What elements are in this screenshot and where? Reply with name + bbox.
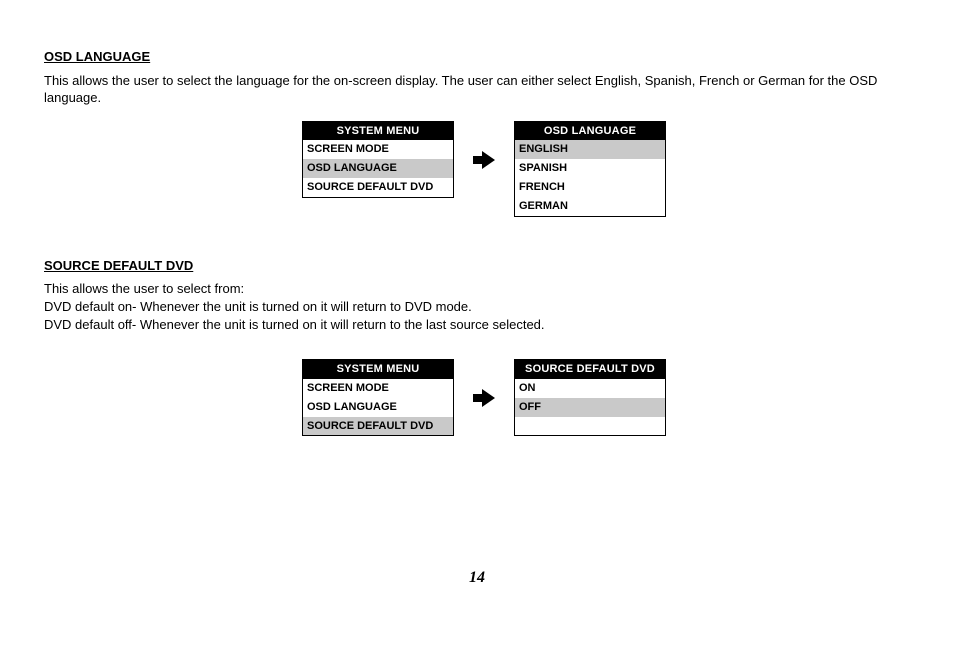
menu-title: SYSTEM MENU (303, 122, 453, 141)
menu-item: OSD LANGUAGE (303, 398, 453, 417)
menu-title: OSD LANGUAGE (515, 122, 665, 141)
paragraph-source-line3: DVD default off- Whenever the unit is tu… (44, 316, 910, 334)
arrow-right-icon (473, 389, 495, 412)
menu-item: SOURCE DEFAULT DVD (303, 178, 453, 197)
menu-system-2: SYSTEM MENU SCREEN MODE OSD LANGUAGE SOU… (302, 359, 454, 436)
menu-item-selected: OSD LANGUAGE (303, 159, 453, 178)
paragraph-osd-language: This allows the user to select the langu… (44, 72, 910, 107)
menu-title: SOURCE DEFAULT DVD (515, 360, 665, 379)
menu-item-selected: SOURCE DEFAULT DVD (303, 417, 453, 436)
paragraph-source-line1: This allows the user to select from: (44, 280, 910, 298)
menu-item-selected: OFF (515, 398, 665, 417)
menu-title: SYSTEM MENU (303, 360, 453, 379)
menu-osd-language: OSD LANGUAGE ENGLISH SPANISH FRENCH GERM… (514, 121, 666, 217)
menu-item: ON (515, 379, 665, 398)
page-number: 14 (0, 567, 954, 589)
menu-item-selected: ENGLISH (515, 140, 665, 159)
menu-item: GERMAN (515, 197, 665, 216)
menu-item-blank (515, 417, 665, 435)
menu-item: SCREEN MODE (303, 379, 453, 398)
paragraph-source-line2: DVD default on- Whenever the unit is tur… (44, 298, 910, 316)
diagram-source-default-dvd: SYSTEM MENU SCREEN MODE OSD LANGUAGE SOU… (302, 359, 910, 436)
arrow-right-icon (473, 151, 495, 174)
menu-system-1: SYSTEM MENU SCREEN MODE OSD LANGUAGE SOU… (302, 121, 454, 198)
menu-item: FRENCH (515, 178, 665, 197)
diagram-osd-language: SYSTEM MENU SCREEN MODE OSD LANGUAGE SOU… (302, 121, 910, 217)
menu-item: SPANISH (515, 159, 665, 178)
heading-osd-language: OSD LANGUAGE (44, 48, 910, 66)
menu-item: SCREEN MODE (303, 140, 453, 159)
menu-source-default-dvd: SOURCE DEFAULT DVD ON OFF (514, 359, 666, 436)
heading-source-default-dvd: SOURCE DEFAULT DVD (44, 257, 910, 275)
